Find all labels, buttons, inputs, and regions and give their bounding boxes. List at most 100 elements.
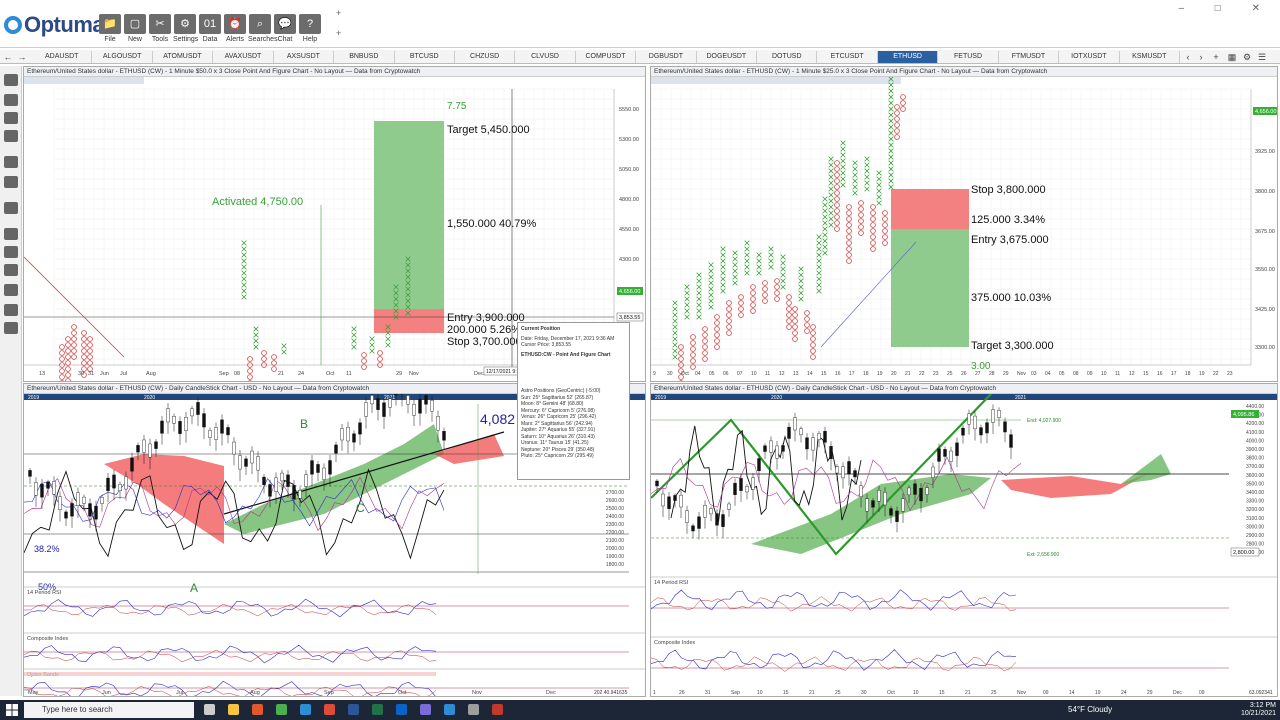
tab-chzusd[interactable]: CHZUSD	[455, 51, 516, 63]
tab-etcusdt[interactable]: ETCUSDT	[817, 51, 878, 63]
tab-dotusd[interactable]: DOTUSD	[757, 51, 818, 63]
chrome-icon[interactable]	[276, 704, 287, 715]
ribbon-label: Data	[202, 36, 218, 43]
x-box	[744, 258, 750, 264]
tab-add-icon[interactable]: +	[1210, 51, 1222, 63]
tab-forward-arrow-icon[interactable]: →	[16, 51, 28, 63]
o-box	[248, 380, 252, 381]
weather-widget[interactable]: 54°F Cloudy	[1068, 705, 1112, 714]
checklist-icon[interactable]	[4, 322, 18, 334]
o-box	[714, 332, 720, 338]
x-box	[822, 244, 828, 250]
windows-start-icon[interactable]	[6, 704, 18, 716]
word-icon[interactable]	[348, 704, 359, 715]
lock-icon[interactable]	[4, 246, 18, 258]
tab-fetusd[interactable]: FETUSD	[938, 51, 999, 63]
x-box	[816, 288, 822, 294]
tab-bnbusd[interactable]: BNBUSD	[334, 51, 395, 63]
ichimoku-cloud-green	[224, 424, 444, 534]
x-box	[852, 184, 858, 190]
open-icon[interactable]	[4, 94, 18, 106]
system-clock[interactable]: 3:12 PM 10/21/2021	[1241, 702, 1276, 718]
data-button[interactable]: 01 Data	[198, 14, 222, 43]
panel-pnf-top-right[interactable]: Ethereum/United States dollar - ETHUSD (…	[650, 66, 1278, 382]
task-view-icon[interactable]	[204, 704, 215, 715]
grid-icon[interactable]	[4, 264, 18, 276]
brave-browser-icon[interactable]	[252, 704, 263, 715]
undo-icon[interactable]	[4, 156, 18, 168]
layers-icon[interactable]	[4, 304, 18, 316]
candle-chart-canvas[interactable]: 2019 2020 2021 End: 4,027.900 Ext: 2,656.900…	[651, 394, 1278, 697]
tab-back-arrow-icon[interactable]: ←	[2, 51, 14, 63]
o-box	[65, 342, 71, 348]
tab-adausdt[interactable]: ADAUSDT	[32, 51, 93, 63]
tab-layout-icon[interactable]: ▦	[1226, 51, 1238, 63]
chat-button[interactable]: 💬 Chat	[273, 14, 297, 43]
tab-axsusdt[interactable]: AXSUSDT	[274, 51, 335, 63]
chrome-icon-2[interactable]	[324, 704, 335, 715]
x-tick-label: 09	[1043, 690, 1049, 696]
help-button[interactable]: ? Help	[298, 14, 322, 43]
photos-icon[interactable]	[420, 704, 431, 715]
x-box	[780, 278, 786, 284]
searches-button[interactable]: ⌕ Searches	[248, 14, 278, 43]
tab-avaxusdt[interactable]: AVAXUSDT	[213, 51, 274, 63]
tab-dgbusdt[interactable]: DGBUSDT	[636, 51, 697, 63]
x-tick-label: 25	[947, 371, 953, 377]
taskbar-search-input[interactable]: Type here to search	[24, 702, 194, 718]
tab-ftmusdt[interactable]: FTMUSDT	[999, 51, 1060, 63]
price-badge-text: 4,095.86	[1233, 412, 1254, 418]
crosshair-icon[interactable]	[4, 228, 18, 240]
tab-ethusd[interactable]: ETHUSD	[877, 51, 939, 63]
list-icon[interactable]	[4, 74, 18, 86]
activated-label: Activated 4,750.00	[212, 196, 303, 208]
tab-compusdt[interactable]: COMPUSDT	[576, 51, 637, 63]
edge-icon[interactable]	[300, 704, 311, 715]
new-button[interactable]: ▢ New	[123, 14, 147, 43]
risk-label: 200.000 5.26%	[447, 324, 521, 336]
y-tick-label: 4200.00	[1246, 421, 1264, 427]
mail-icon[interactable]	[396, 704, 407, 715]
x-box	[672, 330, 678, 336]
redo-icon[interactable]	[4, 176, 18, 188]
panel-candles-bottom-right[interactable]: Ethereum/United States dollar - ETHUSD (…	[650, 383, 1278, 697]
o-box	[247, 374, 253, 380]
tab-atomusdt[interactable]: ATOMUSDT	[153, 51, 214, 63]
pnf-chart-canvas[interactable]: Stop 3,800.000 125.000 3.34% Entry 3,675.0…	[651, 77, 1278, 382]
o-box	[846, 234, 852, 240]
o-box	[786, 324, 792, 330]
eraser-icon[interactable]	[4, 284, 18, 296]
x-tick-label: 04	[695, 371, 701, 377]
tab-settings-icon[interactable]: ⚙	[1241, 51, 1253, 63]
x-tick-label: 21	[905, 371, 911, 377]
print-icon[interactable]	[4, 130, 18, 142]
app-icon-2[interactable]	[492, 704, 503, 715]
excel-icon[interactable]	[372, 704, 383, 715]
tab-iotxusdt[interactable]: IOTXUSDT	[1059, 51, 1120, 63]
ribbon-expand-plus-icon[interactable]: +	[336, 8, 341, 18]
x-box	[696, 290, 702, 296]
x-box	[780, 260, 786, 266]
file-explorer-icon[interactable]	[228, 704, 239, 715]
tab-ksmusdt[interactable]: KSMUSDT	[1120, 51, 1180, 63]
window-controls[interactable]: – □ ✕	[1178, 3, 1274, 14]
save-icon[interactable]	[4, 112, 18, 124]
o-box	[810, 324, 816, 330]
o-box	[762, 292, 768, 298]
ribbon-expand-plus-icon-2[interactable]: +	[336, 28, 341, 38]
tab-scroll-left-icon[interactable]: ‹	[1182, 51, 1194, 63]
tools-button[interactable]: ✂ Tools	[148, 14, 172, 43]
file-button[interactable]: 📁 File	[98, 14, 122, 43]
tab-clvusd[interactable]: CLVUSD	[515, 51, 576, 63]
pen-icon[interactable]	[4, 202, 18, 214]
tab-scroll-right-icon[interactable]: ›	[1195, 51, 1207, 63]
ribbon-label: Tools	[151, 36, 169, 43]
tab-dogeusdt[interactable]: DOGEUSDT	[697, 51, 758, 63]
app-icon[interactable]	[468, 704, 479, 715]
settings-button[interactable]: ⚙ Settings	[173, 14, 198, 43]
alerts-button[interactable]: ⏰ Alerts	[223, 14, 247, 43]
tab-list-icon[interactable]: ☰	[1256, 51, 1268, 63]
tab-btcusd[interactable]: BTCUSD	[395, 51, 455, 63]
optuma-icon[interactable]	[444, 704, 455, 715]
tab-algousdt[interactable]: ALGOUSDT	[92, 51, 153, 63]
